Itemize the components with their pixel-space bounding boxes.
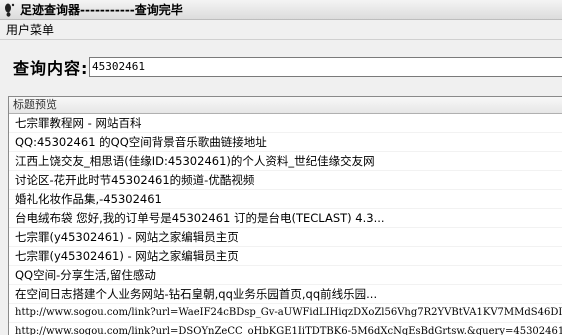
query-panel: 查询内容: 45302461 <box>0 41 562 93</box>
result-row[interactable]: QQ空间-分享生活,留住感动 <box>9 266 562 285</box>
footprint-icon <box>3 3 17 17</box>
title-bar: 足迹查询器-----------查询完毕 <box>0 0 562 20</box>
result-row[interactable]: 在空间日志搭建个人业务网站-钻石皇朝,qq业务乐园首页,qq前线乐园... <box>9 285 562 304</box>
result-row[interactable]: 江西上饶交友_相思语(佳缘ID:45302461)的个人资料_世纪佳缘交友网 <box>9 152 562 171</box>
query-label: 查询内容: <box>13 59 89 78</box>
result-row[interactable]: 台电绒布袋 您好,我的订单号是45302461 订的是台电(TECLAST) 4… <box>9 209 562 228</box>
menu-item-user[interactable]: 用户菜单 <box>0 20 60 40</box>
result-row[interactable]: http://www.sogou.com/link?url=WaeIF24cBD… <box>9 304 562 323</box>
result-row[interactable]: QQ:45302461 的QQ空间背景音乐歌曲链接地址 <box>9 133 562 152</box>
window-title: 足迹查询器-----------查询完毕 <box>20 3 183 17</box>
results-header[interactable]: 标题预览 <box>9 97 562 114</box>
results-list[interactable]: 标题预览 七宗罪教程网 - 网站百科 QQ:45302461 的QQ空间背景音乐… <box>8 96 562 335</box>
result-row[interactable]: 婚礼化妆作品集,-45302461 <box>9 190 562 209</box>
query-input[interactable]: 45302461 <box>89 57 562 77</box>
result-row[interactable]: http://www.sogou.com/link?url=DSOYnZeCC_… <box>9 323 562 335</box>
result-row[interactable]: 讨论区-花开此时节45302461的频道-优酷视频 <box>9 171 562 190</box>
result-row[interactable]: 七宗罪(y45302461) - 网站之家编辑员主页 <box>9 228 562 247</box>
result-row[interactable]: 七宗罪教程网 - 网站百科 <box>9 114 562 133</box>
result-row[interactable]: 七宗罪(y45302461) - 网站之家编辑员主页 <box>9 247 562 266</box>
menu-bar: 用户菜单 <box>0 20 562 40</box>
